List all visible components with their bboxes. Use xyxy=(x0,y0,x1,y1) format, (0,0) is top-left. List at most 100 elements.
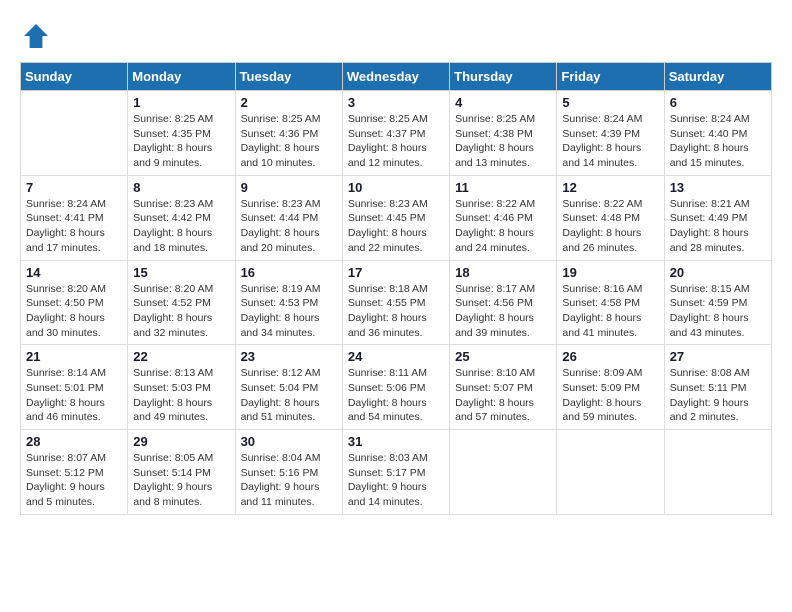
day-number: 31 xyxy=(348,434,444,449)
calendar-cell: 9 Sunrise: 8:23 AMSunset: 4:44 PMDaylight… xyxy=(235,175,342,260)
day-info: Sunrise: 8:20 AMSunset: 4:52 PMDaylight:… xyxy=(133,282,229,341)
day-info: Sunrise: 8:23 AMSunset: 4:45 PMDaylight:… xyxy=(348,197,444,256)
weekday-header-row: SundayMondayTuesdayWednesdayThursdayFrid… xyxy=(21,63,772,91)
day-number: 7 xyxy=(26,180,122,195)
day-info: Sunrise: 8:19 AMSunset: 4:53 PMDaylight:… xyxy=(241,282,337,341)
day-info: Sunrise: 8:13 AMSunset: 5:03 PMDaylight:… xyxy=(133,366,229,425)
day-number: 8 xyxy=(133,180,229,195)
weekday-header-tuesday: Tuesday xyxy=(235,63,342,91)
calendar-cell: 13 Sunrise: 8:21 AMSunset: 4:49 PMDayligh… xyxy=(664,175,771,260)
calendar-cell: 12 Sunrise: 8:22 AMSunset: 4:48 PMDayligh… xyxy=(557,175,664,260)
calendar-cell: 17 Sunrise: 8:18 AMSunset: 4:55 PMDayligh… xyxy=(342,260,449,345)
day-info: Sunrise: 8:20 AMSunset: 4:50 PMDaylight:… xyxy=(26,282,122,341)
day-number: 12 xyxy=(562,180,658,195)
day-number: 30 xyxy=(241,434,337,449)
day-info: Sunrise: 8:09 AMSunset: 5:09 PMDaylight:… xyxy=(562,366,658,425)
day-info: Sunrise: 8:04 AMSunset: 5:16 PMDaylight:… xyxy=(241,451,337,510)
day-number: 13 xyxy=(670,180,766,195)
calendar-cell: 21Sunrise: 8:14 AMSunset: 5:01 PMDayligh… xyxy=(21,345,128,430)
calendar-cell: 2 Sunrise: 8:25 AMSunset: 4:36 PMDaylight… xyxy=(235,91,342,176)
day-info: Sunrise: 8:11 AMSunset: 5:06 PMDaylight:… xyxy=(348,366,444,425)
day-number: 4 xyxy=(455,95,551,110)
weekday-header-friday: Friday xyxy=(557,63,664,91)
calendar-week-row: 14 Sunrise: 8:20 AMSunset: 4:50 PMDayligh… xyxy=(21,260,772,345)
day-info: Sunrise: 8:03 AMSunset: 5:17 PMDaylight:… xyxy=(348,451,444,510)
calendar-cell: 6Sunrise: 8:24 AMSunset: 4:40 PMDaylight… xyxy=(664,91,771,176)
calendar-cell: 3 Sunrise: 8:25 AMSunset: 4:37 PMDaylight… xyxy=(342,91,449,176)
weekday-header-wednesday: Wednesday xyxy=(342,63,449,91)
calendar-cell xyxy=(664,430,771,515)
day-info: Sunrise: 8:15 AMSunset: 4:59 PMDaylight:… xyxy=(670,282,766,341)
day-number: 17 xyxy=(348,265,444,280)
day-info: Sunrise: 8:25 AMSunset: 4:36 PMDaylight:… xyxy=(241,112,337,171)
calendar-cell: 23 Sunrise: 8:12 AMSunset: 5:04 PMDayligh… xyxy=(235,345,342,430)
calendar-cell xyxy=(21,91,128,176)
day-info: Sunrise: 8:25 AMSunset: 4:38 PMDaylight:… xyxy=(455,112,551,171)
calendar-cell: 4 Sunrise: 8:25 AMSunset: 4:38 PMDaylight… xyxy=(450,91,557,176)
day-info: Sunrise: 8:25 AMSunset: 4:35 PMDaylight:… xyxy=(133,112,229,171)
day-number: 23 xyxy=(241,349,337,364)
day-info: Sunrise: 8:12 AMSunset: 5:04 PMDaylight:… xyxy=(241,366,337,425)
calendar-table: SundayMondayTuesdayWednesdayThursdayFrid… xyxy=(20,62,772,515)
calendar-week-row: 21Sunrise: 8:14 AMSunset: 5:01 PMDayligh… xyxy=(21,345,772,430)
day-info: Sunrise: 8:21 AMSunset: 4:49 PMDaylight:… xyxy=(670,197,766,256)
calendar-cell: 16 Sunrise: 8:19 AMSunset: 4:53 PMDayligh… xyxy=(235,260,342,345)
calendar-cell: 26 Sunrise: 8:09 AMSunset: 5:09 PMDayligh… xyxy=(557,345,664,430)
logo-icon xyxy=(20,20,52,52)
day-number: 11 xyxy=(455,180,551,195)
calendar-cell: 8Sunrise: 8:23 AMSunset: 4:42 PMDaylight… xyxy=(128,175,235,260)
calendar-cell: 19Sunrise: 8:16 AMSunset: 4:58 PMDayligh… xyxy=(557,260,664,345)
day-info: Sunrise: 8:07 AMSunset: 5:12 PMDaylight:… xyxy=(26,451,122,510)
day-number: 16 xyxy=(241,265,337,280)
day-info: Sunrise: 8:25 AMSunset: 4:37 PMDaylight:… xyxy=(348,112,444,171)
day-info: Sunrise: 8:05 AMSunset: 5:14 PMDaylight:… xyxy=(133,451,229,510)
calendar-cell: 18 Sunrise: 8:17 AMSunset: 4:56 PMDayligh… xyxy=(450,260,557,345)
weekday-header-sunday: Sunday xyxy=(21,63,128,91)
day-number: 24 xyxy=(348,349,444,364)
calendar-cell: 5Sunrise: 8:24 AMSunset: 4:39 PMDaylight… xyxy=(557,91,664,176)
day-number: 14 xyxy=(26,265,122,280)
day-number: 10 xyxy=(348,180,444,195)
calendar-cell: 22 Sunrise: 8:13 AMSunset: 5:03 PMDayligh… xyxy=(128,345,235,430)
calendar-cell: 24 Sunrise: 8:11 AMSunset: 5:06 PMDayligh… xyxy=(342,345,449,430)
calendar-body: 1 Sunrise: 8:25 AMSunset: 4:35 PMDaylight… xyxy=(21,91,772,515)
day-info: Sunrise: 8:24 AMSunset: 4:41 PMDaylight:… xyxy=(26,197,122,256)
day-info: Sunrise: 8:24 AMSunset: 4:39 PMDaylight:… xyxy=(562,112,658,171)
day-number: 15 xyxy=(133,265,229,280)
calendar-header: SundayMondayTuesdayWednesdayThursdayFrid… xyxy=(21,63,772,91)
weekday-header-thursday: Thursday xyxy=(450,63,557,91)
day-info: Sunrise: 8:17 AMSunset: 4:56 PMDaylight:… xyxy=(455,282,551,341)
day-number: 1 xyxy=(133,95,229,110)
calendar-cell: 15 Sunrise: 8:20 AMSunset: 4:52 PMDayligh… xyxy=(128,260,235,345)
calendar-cell: 20Sunrise: 8:15 AMSunset: 4:59 PMDayligh… xyxy=(664,260,771,345)
day-info: Sunrise: 8:22 AMSunset: 4:46 PMDaylight:… xyxy=(455,197,551,256)
calendar-cell: 11 Sunrise: 8:22 AMSunset: 4:46 PMDayligh… xyxy=(450,175,557,260)
calendar-cell: 14 Sunrise: 8:20 AMSunset: 4:50 PMDayligh… xyxy=(21,260,128,345)
day-number: 26 xyxy=(562,349,658,364)
calendar-week-row: 1 Sunrise: 8:25 AMSunset: 4:35 PMDaylight… xyxy=(21,91,772,176)
day-number: 6 xyxy=(670,95,766,110)
day-number: 27 xyxy=(670,349,766,364)
day-info: Sunrise: 8:23 AMSunset: 4:44 PMDaylight:… xyxy=(241,197,337,256)
weekday-header-saturday: Saturday xyxy=(664,63,771,91)
day-number: 18 xyxy=(455,265,551,280)
day-number: 25 xyxy=(455,349,551,364)
day-number: 19 xyxy=(562,265,658,280)
day-info: Sunrise: 8:22 AMSunset: 4:48 PMDaylight:… xyxy=(562,197,658,256)
calendar-cell: 25Sunrise: 8:10 AMSunset: 5:07 PMDayligh… xyxy=(450,345,557,430)
day-number: 9 xyxy=(241,180,337,195)
calendar-cell: 27Sunrise: 8:08 AMSunset: 5:11 PMDayligh… xyxy=(664,345,771,430)
calendar-cell: 29 Sunrise: 8:05 AMSunset: 5:14 PMDayligh… xyxy=(128,430,235,515)
calendar-cell: 28 Sunrise: 8:07 AMSunset: 5:12 PMDayligh… xyxy=(21,430,128,515)
calendar-cell: 1 Sunrise: 8:25 AMSunset: 4:35 PMDaylight… xyxy=(128,91,235,176)
day-number: 3 xyxy=(348,95,444,110)
day-number: 29 xyxy=(133,434,229,449)
day-number: 28 xyxy=(26,434,122,449)
day-number: 2 xyxy=(241,95,337,110)
calendar-cell xyxy=(557,430,664,515)
calendar-cell: 10 Sunrise: 8:23 AMSunset: 4:45 PMDayligh… xyxy=(342,175,449,260)
day-number: 22 xyxy=(133,349,229,364)
calendar-cell: 31 Sunrise: 8:03 AMSunset: 5:17 PMDayligh… xyxy=(342,430,449,515)
day-number: 21 xyxy=(26,349,122,364)
day-info: Sunrise: 8:18 AMSunset: 4:55 PMDaylight:… xyxy=(348,282,444,341)
